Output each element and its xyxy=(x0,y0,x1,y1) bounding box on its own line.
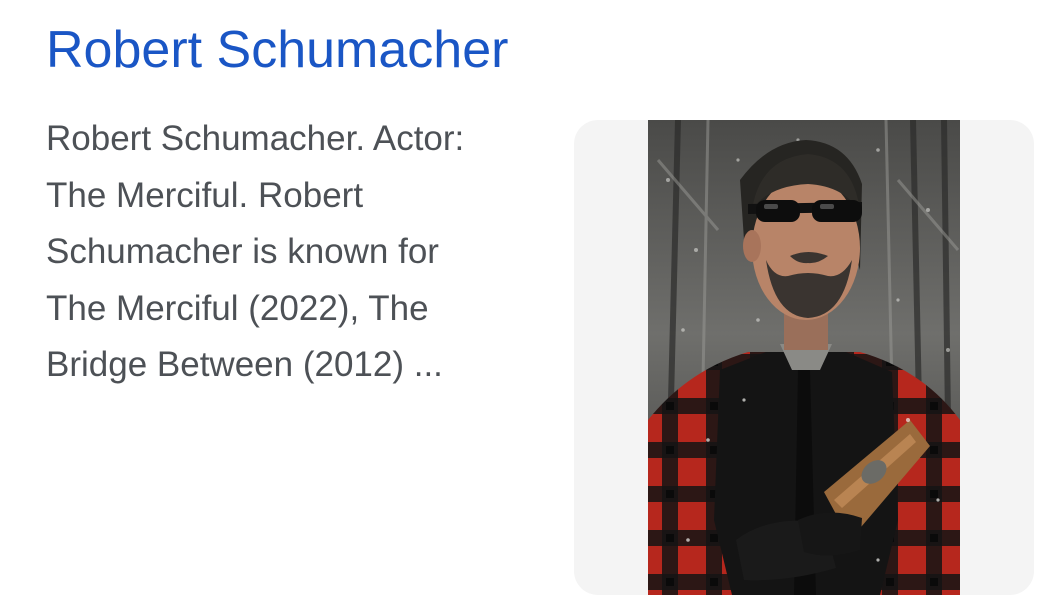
snippet-line: Robert Schumacher. Actor: xyxy=(46,119,465,158)
person-photo xyxy=(648,120,960,595)
result-thumbnail[interactable] xyxy=(574,120,1034,595)
result-snippet: Robert Schumacher. Actor: The Merciful. … xyxy=(46,111,546,394)
snippet-line: Schumacher is known for xyxy=(46,232,439,271)
snippet-line: The Merciful (2022), The xyxy=(46,288,429,328)
snippet-line: Bridge Between (2012) ... xyxy=(46,345,443,384)
result-title-link[interactable]: Robert Schumacher xyxy=(46,16,508,84)
snippet-line: The Merciful. Robert xyxy=(46,175,364,215)
